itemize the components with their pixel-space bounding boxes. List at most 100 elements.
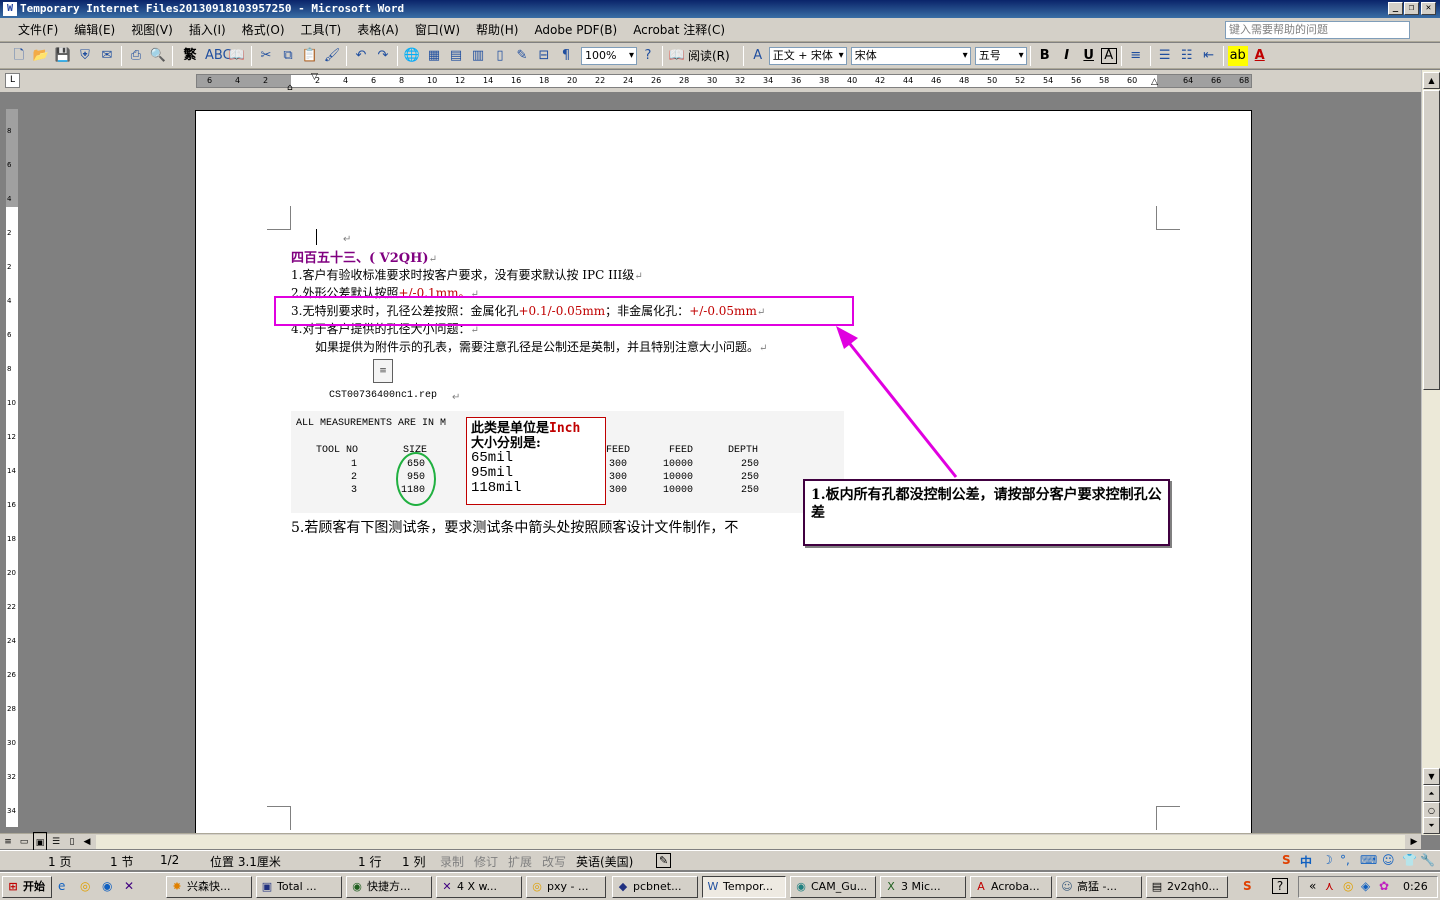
help-icon[interactable]: ? xyxy=(638,46,658,66)
menu-adobe-pdf[interactable]: Adobe PDF(B) xyxy=(526,18,625,42)
tab-selector-button[interactable]: L xyxy=(5,73,20,88)
font-select[interactable]: 宋体 xyxy=(850,46,971,65)
styles-icon[interactable]: A xyxy=(748,46,768,66)
status-track[interactable]: 修订 xyxy=(474,853,498,870)
read-mode-icon[interactable]: 📖 xyxy=(667,46,687,66)
open-folder-icon[interactable]: 📂 xyxy=(31,46,51,66)
ie-quicklaunch-icon[interactable]: e xyxy=(58,879,65,893)
menu-acrobat-comments[interactable]: Acrobat 注释(C) xyxy=(625,18,733,42)
task-button[interactable]: ☺ 高猛 -... xyxy=(1056,876,1142,898)
task-button[interactable]: ◉ CAM_Gu... xyxy=(790,876,876,898)
task-button-active[interactable]: W Tempor... xyxy=(702,876,786,898)
print-preview-icon[interactable]: 🔍 xyxy=(148,46,168,66)
insert-table-icon[interactable]: ▤ xyxy=(446,46,466,66)
highlight-icon[interactable]: ab xyxy=(1227,45,1248,66)
task-button[interactable]: A Acroba... xyxy=(970,876,1052,898)
status-record[interactable]: 录制 xyxy=(440,853,464,870)
first-line-indent-marker[interactable]: ▽ xyxy=(311,72,318,82)
email-icon[interactable]: ✉ xyxy=(97,46,117,66)
keyboard-icon[interactable]: ⌨ xyxy=(1360,853,1377,867)
menu-insert[interactable]: 插入(I) xyxy=(181,18,234,42)
insert-excel-icon[interactable]: ▥ xyxy=(468,46,488,66)
align-justify-icon[interactable]: ≡ xyxy=(1126,46,1146,66)
undo-icon[interactable]: ↶ xyxy=(351,46,371,66)
tables-borders-icon[interactable]: ▦ xyxy=(424,46,444,66)
vertical-ruler[interactable]: 8 6 4 2 2 4 6 8 10 12 14 16 18 20 22 24 26 28 30 32 34 xyxy=(5,108,19,828)
reading-view-icon[interactable]: ▯ xyxy=(65,832,79,852)
sogou-tray-icon[interactable]: S xyxy=(1243,879,1252,893)
spelling-status-icon[interactable]: ✎ xyxy=(656,853,672,868)
scroll-up-button[interactable]: ▲ xyxy=(1423,72,1440,89)
status-extend[interactable]: 扩展 xyxy=(508,853,532,870)
underline-button[interactable]: U xyxy=(1079,46,1099,66)
zoom-select[interactable]: 100% xyxy=(581,46,637,65)
hscroll-track[interactable] xyxy=(96,834,1405,849)
task-button[interactable]: ◉ 快捷方... xyxy=(346,876,432,898)
scroll-down-button[interactable]: ▼ xyxy=(1423,768,1440,785)
start-button[interactable]: ⊞ 开始 xyxy=(2,876,52,898)
format-painter-icon[interactable]: 🖌 xyxy=(322,46,342,66)
char-border-button[interactable]: A xyxy=(1100,47,1117,64)
decrease-indent-icon[interactable]: ⇤ xyxy=(1199,46,1219,66)
menu-table[interactable]: 表格(A) xyxy=(349,18,407,42)
scroll-left-button[interactable]: ◀ xyxy=(81,832,93,852)
minimize-button[interactable]: _ xyxy=(1388,2,1403,15)
task-button[interactable]: ◆ pcbnet... xyxy=(612,876,698,898)
task-button[interactable]: X3 Mic... xyxy=(880,876,966,898)
right-indent-marker[interactable]: △ xyxy=(1151,77,1158,87)
tray-expand-icon[interactable]: « xyxy=(1309,879,1316,893)
task-button[interactable]: ✕ 4 X w... xyxy=(436,876,522,898)
tray-icon[interactable]: ◎ xyxy=(1343,879,1353,893)
scroll-right-button[interactable]: ▶ xyxy=(1408,832,1420,852)
tray-icon[interactable]: ◈ xyxy=(1361,879,1370,893)
document-map-icon[interactable]: ⊟ xyxy=(534,46,554,66)
user-icon[interactable]: ☺ xyxy=(1382,853,1395,867)
cut-icon[interactable]: ✂ xyxy=(256,46,276,66)
outline-view-icon[interactable]: ☰ xyxy=(49,832,63,852)
next-page-button[interactable]: ⏷ xyxy=(1423,817,1440,834)
menu-format[interactable]: 格式(O) xyxy=(234,18,293,42)
spelling-icon[interactable]: ABC xyxy=(205,46,232,66)
task-button[interactable]: ✸ 兴森快... xyxy=(166,876,252,898)
italic-button[interactable]: I xyxy=(1057,46,1077,66)
quicklaunch-icon[interactable]: ◉ xyxy=(102,879,112,893)
word-app-icon[interactable]: W xyxy=(3,2,17,16)
research-icon[interactable]: 📖 xyxy=(227,46,247,66)
left-indent-marker[interactable]: ⌂ xyxy=(287,83,293,93)
document-page[interactable]: ↵ 四百五十三、( V2QH)↵ 1.客户有验收标准要求时按客户要求，没有要求默… xyxy=(195,110,1252,835)
save-icon[interactable]: 💾 xyxy=(53,46,73,66)
moon-icon[interactable]: ☽ xyxy=(1322,853,1333,867)
show-hide-icon[interactable]: ¶ xyxy=(556,46,576,66)
print-view-icon[interactable]: ▣ xyxy=(33,831,47,852)
print-icon[interactable]: ⎙ xyxy=(126,46,146,66)
task-button[interactable]: ▤ 2v2qh0... xyxy=(1146,876,1228,898)
new-document-icon[interactable]: 🗋 xyxy=(9,46,29,66)
menu-view[interactable]: 视图(V) xyxy=(123,18,181,42)
maximize-button[interactable]: ❐ xyxy=(1404,2,1419,15)
hyperlink-icon[interactable]: 🌐 xyxy=(402,46,422,66)
menu-file[interactable]: 文件(F) xyxy=(10,18,66,42)
wrench-icon[interactable]: 🔧 xyxy=(1420,853,1435,867)
menu-window[interactable]: 窗口(W) xyxy=(407,18,468,42)
horizontal-scrollbar[interactable]: ≡ ▭ ▣ ☰ ▯ ◀ ▶ xyxy=(0,831,1421,852)
paste-icon[interactable]: 📋 xyxy=(300,46,320,66)
tray-icon[interactable]: ⋏ xyxy=(1325,879,1334,893)
quicklaunch-icon[interactable]: ◎ xyxy=(80,879,90,893)
redo-icon[interactable]: ↷ xyxy=(373,46,393,66)
task-button[interactable]: ◎ pxy - ... xyxy=(526,876,606,898)
sogou-ime-icon[interactable]: S xyxy=(1282,853,1291,867)
font-size-select[interactable]: 五号 xyxy=(974,46,1027,65)
task-button[interactable]: ▣ Total ... xyxy=(256,876,342,898)
permission-icon[interactable]: ⛨ xyxy=(75,46,95,66)
close-button[interactable]: ✕ xyxy=(1421,2,1436,15)
menu-tools[interactable]: 工具(T) xyxy=(293,18,350,42)
prev-page-button[interactable]: ⏶ xyxy=(1423,785,1440,802)
ime-mode[interactable]: 中 xyxy=(1300,853,1312,870)
numbering-icon[interactable]: ☰ xyxy=(1155,46,1175,66)
tray-icon[interactable]: ✿ xyxy=(1379,879,1389,893)
copy-icon[interactable]: ⧉ xyxy=(278,46,298,66)
menu-help[interactable]: 帮助(H) xyxy=(468,18,526,42)
horizontal-ruler[interactable]: 6 4 2 2 4 6 8 10 12 14 16 18 20 22 24 26 28 30 32 34 36 38 40 4… xyxy=(196,72,1252,93)
style-select[interactable]: 正文 + 宋体 xyxy=(768,46,847,65)
punctuation-icon[interactable]: °, xyxy=(1340,853,1350,867)
